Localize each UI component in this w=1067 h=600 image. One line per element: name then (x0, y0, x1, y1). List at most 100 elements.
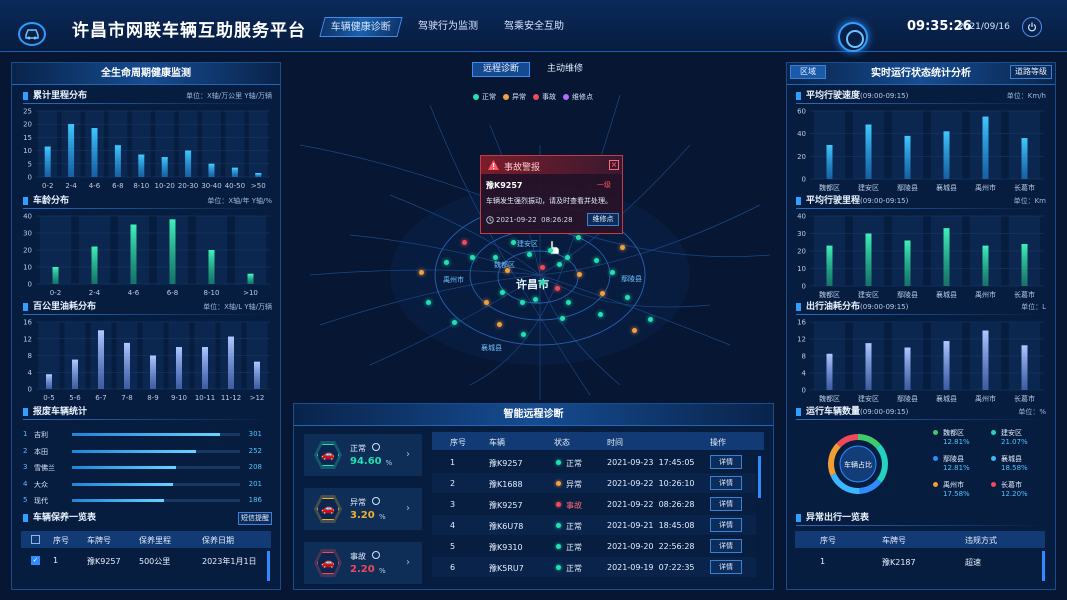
y-tick-label: 0 (802, 387, 806, 395)
x-tick-label: 襄城县 (936, 394, 957, 403)
vehicle-marker[interactable] (444, 260, 449, 265)
region-button[interactable]: 区域 (790, 65, 826, 79)
vehicle-marker[interactable] (560, 316, 565, 321)
vehicle-marker[interactable] (610, 270, 615, 275)
x-tick-label: 11-12 (221, 394, 241, 402)
vehicle-marker[interactable] (521, 332, 526, 337)
bar-cap (202, 347, 208, 349)
tab-ride-safety[interactable]: 驾乘安全互助 (498, 17, 570, 37)
vehicle-marker[interactable] (632, 328, 637, 333)
vehicle-marker[interactable] (493, 255, 498, 260)
vehicle-marker[interactable] (505, 268, 510, 273)
rank-name: 吉利 (34, 431, 48, 439)
repair-point-button[interactable]: 维修点 (587, 213, 619, 226)
table-row[interactable] (432, 536, 756, 556)
vehicle-marker[interactable] (484, 300, 489, 305)
vehicle-marker[interactable] (540, 280, 545, 285)
vehicle-marker[interactable] (566, 300, 571, 305)
table-cell: 2021-09-21 18:45:08 (607, 521, 695, 530)
vehicle-marker[interactable] (625, 295, 630, 300)
x-tick-label: 6-8 (112, 182, 123, 190)
detail-button[interactable]: 详情 (710, 497, 742, 511)
power-icon[interactable] (1022, 17, 1042, 37)
vehicle-marker[interactable] (452, 320, 457, 325)
table-cell: 2021-09-22 10:26:10 (607, 479, 695, 488)
vehicle-marker[interactable] (620, 245, 625, 250)
rank-number: 4 (23, 479, 28, 488)
info-circle-icon (372, 497, 380, 505)
status-dot (556, 460, 561, 465)
tab-vehicle-health[interactable]: 车辆健康诊断 (319, 17, 403, 37)
vehicle-marker[interactable] (470, 255, 475, 260)
bar-cap (176, 347, 182, 349)
vehicle-marker[interactable] (533, 297, 538, 302)
scrollbar[interactable] (267, 551, 270, 581)
vehicle-marker[interactable] (548, 248, 553, 253)
scrollbar[interactable] (758, 456, 761, 498)
bar-cap (68, 124, 75, 126)
table-row[interactable] (432, 494, 756, 514)
chevron-right-icon[interactable]: › (406, 557, 410, 568)
vehicle-marker[interactable] (594, 258, 599, 263)
fuel-chart-title: 百公里油耗分布 (23, 300, 96, 314)
vehicle-marker[interactable] (500, 290, 505, 295)
x-tick-label: 建安区 (858, 290, 879, 299)
chevron-right-icon[interactable]: › (406, 449, 410, 460)
y-tick-label: 5 (28, 160, 32, 168)
vehicle-marker[interactable] (555, 286, 560, 291)
y-tick-label: 16 (797, 319, 806, 327)
x-tick-label: 9-10 (171, 394, 187, 402)
legend-dot (533, 94, 539, 100)
rank-name: 本田 (34, 447, 48, 456)
vehicle-marker[interactable] (565, 255, 570, 260)
vehicle-marker[interactable] (520, 300, 525, 305)
close-icon[interactable]: × (609, 160, 619, 170)
table-row[interactable] (432, 515, 756, 535)
vehicle-marker[interactable] (577, 272, 582, 277)
y-tick-label: 0 (802, 176, 806, 184)
detail-button[interactable]: 详情 (710, 539, 742, 553)
table-row[interactable] (432, 452, 756, 472)
tab-remote-diagnosis[interactable]: 远程诊断 (472, 62, 530, 77)
alert-plate: 豫K9257 (486, 181, 523, 190)
vehicle-marker[interactable] (511, 240, 516, 245)
rank-number: 3 (23, 463, 28, 471)
vehicle-marker[interactable] (557, 262, 562, 267)
table-row[interactable] (432, 473, 756, 493)
map-label-district: 建安区 (517, 240, 538, 248)
select-all-checkbox[interactable] (31, 535, 40, 544)
tab-active-repair[interactable]: 主动维修 (536, 62, 594, 77)
vehicle-marker[interactable] (648, 317, 653, 322)
road-level-button[interactable]: 道路等级 (1010, 65, 1052, 79)
vehicle-marker[interactable] (576, 235, 581, 240)
vehicle-marker[interactable] (419, 270, 424, 275)
x-tick-label: 40-50 (225, 182, 245, 190)
map-label-district: 襄城县 (481, 344, 502, 352)
progress-fill (72, 482, 173, 486)
status-label: 正常 (350, 444, 366, 453)
detail-button[interactable]: 详情 (710, 518, 742, 532)
sms-remind-button[interactable]: 短信提醒 (238, 512, 272, 525)
table-row[interactable] (432, 557, 756, 577)
scrollbar[interactable] (1042, 551, 1045, 581)
chevron-right-icon[interactable]: › (406, 503, 410, 514)
detail-button[interactable]: 详情 (710, 560, 742, 574)
vehicle-marker[interactable] (540, 265, 545, 270)
vehicle-marker[interactable] (426, 300, 431, 305)
row-checkbox[interactable]: ✓ (31, 556, 40, 565)
bar-cap (114, 145, 121, 147)
vehicle-marker[interactable] (462, 240, 467, 245)
vehicle-marker[interactable] (497, 322, 502, 327)
bar (904, 240, 911, 286)
alert-title: 事故警报 (504, 163, 541, 173)
bar-cap (130, 224, 137, 226)
tab-driving-behavior[interactable]: 驾驶行为监测 (412, 17, 484, 37)
detail-button[interactable]: 详情 (710, 455, 742, 469)
vehicle-marker[interactable] (598, 312, 603, 317)
bar (228, 336, 234, 389)
vehicle-marker[interactable] (600, 291, 605, 296)
status-label: 异常 (350, 498, 366, 507)
vehicle-marker[interactable] (527, 252, 532, 257)
bar-background (248, 111, 268, 177)
detail-button[interactable]: 详情 (710, 476, 742, 490)
